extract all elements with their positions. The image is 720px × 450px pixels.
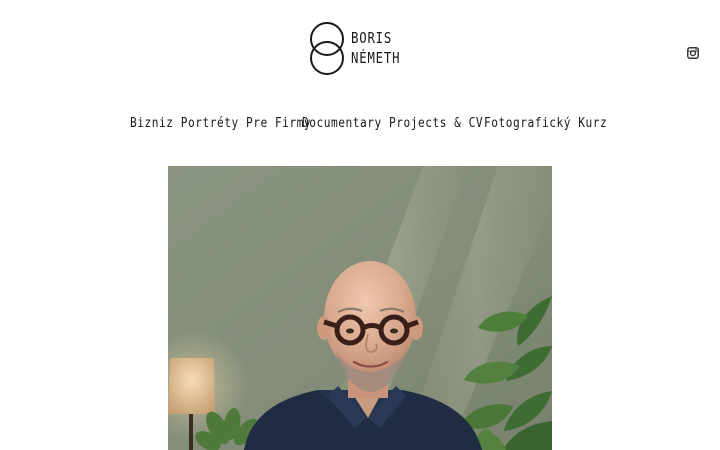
site-logo[interactable]: BORIS NÉMETH (308, 22, 420, 76)
instagram-icon[interactable] (687, 44, 699, 59)
logo-wordmark: BORIS NÉMETH (351, 28, 400, 68)
page: BORIS NÉMETH Bizniz Portréty Pre Firmy D… (0, 0, 720, 450)
logo-last-name: NÉMETH (351, 49, 401, 67)
hero-portrait-photo (168, 166, 552, 450)
main-navigation: Bizniz Portréty Pre Firmy Documentary Pr… (0, 114, 720, 134)
nav-item-fotograficky-kurz[interactable]: Fotografický Kurz (484, 114, 607, 134)
logo-circles-icon (310, 22, 344, 75)
logo-first-name: BORIS (351, 29, 393, 47)
nav-item-documentary-projects[interactable]: Documentary Projects & CV (302, 114, 483, 134)
nav-item-biznis-portrety[interactable]: Bizniz Portréty Pre Firmy (130, 114, 311, 134)
